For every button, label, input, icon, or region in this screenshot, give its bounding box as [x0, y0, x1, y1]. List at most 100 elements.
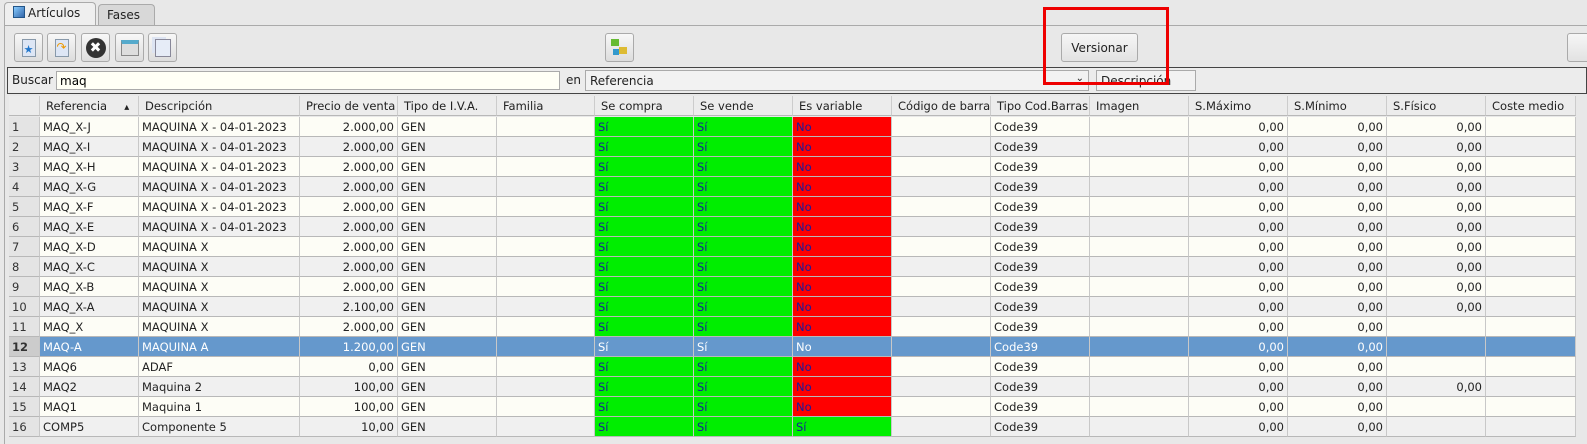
- table-cell[interactable]: [1387, 317, 1486, 337]
- table-cell[interactable]: [892, 377, 991, 397]
- table-cell[interactable]: Code39: [991, 157, 1090, 177]
- table-cell[interactable]: No: [793, 237, 892, 257]
- table-cell[interactable]: 0,00: [1288, 297, 1387, 317]
- table-cell[interactable]: 2.000,00: [300, 257, 398, 277]
- table-cell[interactable]: Code39: [991, 197, 1090, 217]
- table-cell[interactable]: 0,00: [1288, 337, 1387, 357]
- table-cell[interactable]: No: [793, 357, 892, 377]
- table-row[interactable]: 12 MAQ-A MAQUINA A 1.200,00 GEN Sí Sí No Code39 0…: [9, 337, 1576, 357]
- table-cell[interactable]: No: [793, 337, 892, 357]
- table-cell[interactable]: [1090, 197, 1189, 217]
- table-cell[interactable]: GEN: [398, 197, 497, 217]
- table-cell[interactable]: [1090, 157, 1189, 177]
- table-cell[interactable]: GEN: [398, 417, 497, 437]
- table-cell[interactable]: [497, 117, 595, 137]
- table-cell[interactable]: Sí: [694, 317, 793, 337]
- table-cell[interactable]: [892, 317, 991, 337]
- table-cell[interactable]: 0,00: [1189, 397, 1288, 417]
- table-cell[interactable]: [1090, 317, 1189, 337]
- table-cell[interactable]: GEN: [398, 277, 497, 297]
- table-cell[interactable]: [497, 217, 595, 237]
- table-cell[interactable]: No: [793, 157, 892, 177]
- table-cell[interactable]: No: [793, 197, 892, 217]
- table-cell[interactable]: 2.000,00: [300, 177, 398, 197]
- table-row[interactable]: 6 MAQ_X-E MAQUINA X - 04-01-2023 2.000,00 GE…: [9, 217, 1576, 237]
- table-cell[interactable]: MAQ1: [40, 397, 139, 417]
- table-cell[interactable]: Sí: [595, 177, 694, 197]
- table-cell[interactable]: [892, 237, 991, 257]
- table-row[interactable]: 13 MAQ6 ADAF 0,00 GEN Sí Sí No Code39 0,00 0,00: [9, 357, 1576, 377]
- table-cell[interactable]: [892, 157, 991, 177]
- table-cell[interactable]: 0,00: [1288, 157, 1387, 177]
- table-cell[interactable]: No: [793, 137, 892, 157]
- column-header[interactable]: Descripción: [139, 96, 300, 116]
- table-cell[interactable]: Code39: [991, 337, 1090, 357]
- table-cell[interactable]: Sí: [694, 237, 793, 257]
- table-cell[interactable]: MAQ_X-F: [40, 197, 139, 217]
- table-cell[interactable]: [1090, 377, 1189, 397]
- table-cell[interactable]: 0,00: [1189, 157, 1288, 177]
- table-cell[interactable]: [1090, 357, 1189, 377]
- table-cell[interactable]: 0,00: [1189, 297, 1288, 317]
- table-cell[interactable]: 0,00: [1189, 317, 1288, 337]
- table-cell[interactable]: [1387, 357, 1486, 377]
- table-cell[interactable]: GEN: [398, 177, 497, 197]
- table-cell[interactable]: 0,00: [1189, 257, 1288, 277]
- table-cell[interactable]: MAQUINA X - 04-01-2023: [139, 217, 300, 237]
- table-cell[interactable]: [1486, 177, 1576, 197]
- table-cell[interactable]: Sí: [694, 277, 793, 297]
- table-cell[interactable]: [497, 177, 595, 197]
- table-cell[interactable]: Sí: [595, 137, 694, 157]
- table-cell[interactable]: Sí: [694, 417, 793, 437]
- table-cell[interactable]: GEN: [398, 117, 497, 137]
- table-cell[interactable]: 2.000,00: [300, 197, 398, 217]
- table-cell[interactable]: No: [793, 257, 892, 277]
- table-cell[interactable]: [892, 337, 991, 357]
- table-cell[interactable]: [497, 237, 595, 257]
- table-cell[interactable]: [497, 157, 595, 177]
- toolbar-button-right[interactable]: [1567, 33, 1587, 62]
- delete-button[interactable]: ✖: [81, 33, 110, 62]
- table-cell[interactable]: 10,00: [300, 417, 398, 437]
- copy-button[interactable]: [148, 33, 177, 62]
- table-cell[interactable]: GEN: [398, 237, 497, 257]
- table-cell[interactable]: GEN: [398, 137, 497, 157]
- table-row[interactable]: 16 COMP5 Componente 5 10,00 GEN Sí Sí Sí Code39 0…: [9, 417, 1576, 437]
- table-cell[interactable]: [1486, 277, 1576, 297]
- table-cell[interactable]: [1486, 417, 1576, 437]
- table-cell[interactable]: 0,00: [1387, 197, 1486, 217]
- table-cell[interactable]: Sí: [595, 237, 694, 257]
- table-cell[interactable]: Sí: [694, 137, 793, 157]
- table-cell[interactable]: [1486, 357, 1576, 377]
- table-cell[interactable]: Code39: [991, 377, 1090, 397]
- table-cell[interactable]: Sí: [595, 317, 694, 337]
- table-cell[interactable]: Sí: [595, 337, 694, 357]
- table-cell[interactable]: [892, 217, 991, 237]
- column-header[interactable]: Se compra: [595, 96, 694, 116]
- table-cell[interactable]: Sí: [595, 257, 694, 277]
- table-cell[interactable]: [1486, 397, 1576, 417]
- table-cell[interactable]: [497, 277, 595, 297]
- column-header[interactable]: S.Máximo: [1189, 96, 1288, 116]
- search-input[interactable]: [56, 71, 560, 90]
- table-cell[interactable]: Code39: [991, 397, 1090, 417]
- table-cell[interactable]: [892, 397, 991, 417]
- table-cell[interactable]: Code39: [991, 317, 1090, 337]
- table-cell[interactable]: Sí: [694, 377, 793, 397]
- table-cell[interactable]: Sí: [694, 397, 793, 417]
- column-header[interactable]: Es variable: [793, 96, 892, 116]
- table-cell[interactable]: 100,00: [300, 397, 398, 417]
- table-cell[interactable]: Sí: [595, 357, 694, 377]
- table-cell[interactable]: [1486, 337, 1576, 357]
- table-cell[interactable]: [892, 297, 991, 317]
- table-cell[interactable]: MAQ_X: [40, 317, 139, 337]
- table-cell[interactable]: 0,00: [1288, 357, 1387, 377]
- column-header[interactable]: Tipo Cod.Barras: [991, 96, 1090, 116]
- table-cell[interactable]: Code39: [991, 177, 1090, 197]
- table-cell[interactable]: 1.200,00: [300, 337, 398, 357]
- column-header[interactable]: Familia: [497, 96, 595, 116]
- table-cell[interactable]: 0,00: [1189, 337, 1288, 357]
- table-cell[interactable]: Code39: [991, 277, 1090, 297]
- table-row[interactable]: 1 MAQ_X-J MAQUINA X - 04-01-2023 2.000,00 GE…: [9, 117, 1576, 137]
- column-header[interactable]: Imagen: [1090, 96, 1189, 116]
